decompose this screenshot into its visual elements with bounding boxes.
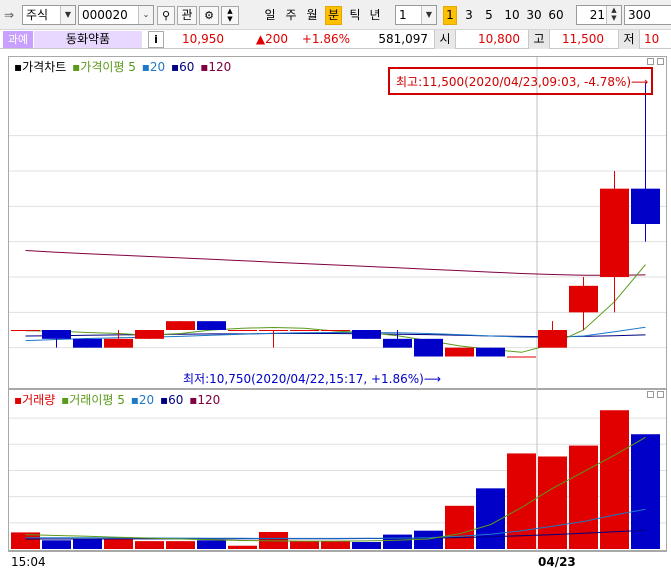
settings-button[interactable]: ⚙ — [199, 6, 219, 25]
legend-vol-ma60: 60 — [168, 393, 184, 407]
period-minute[interactable]: 분 — [325, 6, 342, 25]
spinner-arrows-icon[interactable]: ▲ ▼ — [606, 6, 621, 24]
high-price: 11,500 — [562, 32, 604, 46]
panel-minimize-icon[interactable] — [647, 391, 654, 398]
minute-opt-30[interactable]: 30 — [524, 6, 544, 25]
minute-opt-60[interactable]: 60 — [546, 6, 566, 25]
panel-close-icon[interactable] — [657, 58, 664, 65]
high-label: 고 — [528, 30, 550, 49]
legend-volume: 거래량 — [22, 393, 56, 407]
low-annotation: 최저:10,750(2020/04/22,15:17, +1.86%)⟶ — [183, 372, 442, 386]
stepper-button[interactable]: ▲ ▼ — [221, 6, 239, 25]
unit-select[interactable]: 1 ▼ — [395, 5, 437, 25]
low-label: 저 — [618, 30, 640, 49]
gwan-button[interactable]: 관 — [177, 6, 197, 25]
minute-opt-5[interactable]: 5 — [482, 6, 496, 25]
panel-minimize-icon[interactable] — [647, 58, 654, 65]
caret-down-icon: ▼ — [227, 15, 233, 23]
price-legend: ▪가격차트 ▪가격이평 5 ▪20 ▪60 ▪120 — [14, 60, 232, 74]
open-price: 10,800 — [478, 32, 520, 46]
price-chart-panel — [8, 56, 667, 389]
chevron-down-icon[interactable]: ▼ — [421, 6, 436, 24]
minute-opt-1[interactable]: 1 — [443, 6, 457, 25]
market-select-value: 주식 — [26, 8, 49, 22]
chevron-down-icon[interactable]: ⌄ — [138, 6, 153, 24]
legend-ma5: 가격이평 5 — [80, 60, 136, 74]
low-price-partial: 10 — [644, 32, 660, 46]
caret-up-icon: ▲ — [227, 7, 233, 15]
period-month[interactable]: 월 — [304, 6, 320, 25]
count-spinner[interactable]: 21 ▲ ▼ — [576, 5, 622, 25]
chevron-down-icon[interactable]: ▼ — [60, 6, 75, 24]
unit-select-value: 1 — [399, 8, 407, 22]
legend-ma120: 120 — [208, 60, 232, 74]
period-tick[interactable]: 틱 — [347, 6, 363, 25]
date-mark-label: 04/23 — [538, 555, 576, 569]
view-count-field[interactable]: 300 — [624, 5, 671, 25]
price-change: ▲200 — [255, 32, 288, 46]
current-price: 10,950 — [182, 32, 224, 46]
view-count-value: 300 — [628, 8, 651, 22]
magnifier-icon: ⚲ — [161, 9, 171, 22]
legend-vol-ma120: 120 — [197, 393, 221, 407]
stock-name[interactable]: 동화약품 — [34, 31, 142, 48]
high-annotation: 최고:11,500(2020/04/23,09:03, -4.78%)⟶ — [396, 75, 649, 89]
volume-chart-panel — [8, 389, 667, 551]
count-spinner-value: 21 — [589, 8, 605, 22]
stock-code-field[interactable]: 000020 ⌄ — [78, 5, 154, 25]
period-week[interactable]: 주 — [283, 6, 299, 25]
chart-toolbar: ⇒ 주식 ▼ 000020 ⌄ ⚲ 관 ⚙ ▲ ▼ 일 주 월 분 틱 년 1 ▼… — [0, 0, 671, 30]
legend-ma60: 60 — [179, 60, 195, 74]
volume-legend: ▪거래량 ▪거래이평 5 ▪20 ▪60 ▪120 — [14, 393, 221, 407]
legend-price: 가격차트 — [22, 60, 67, 74]
search-button[interactable]: ⚲ — [157, 6, 175, 25]
panel-close-icon[interactable] — [657, 391, 664, 398]
legend-ma20: 20 — [149, 60, 166, 74]
stock-code-value: 000020 — [82, 8, 128, 22]
info-button[interactable]: i — [148, 31, 164, 48]
market-select[interactable]: 주식 ▼ — [22, 5, 76, 25]
legend-vol-ma20: 20 — [138, 393, 155, 407]
open-label: 시 — [434, 30, 456, 49]
legend-vol-ma5: 거래이평 5 — [69, 393, 125, 407]
warning-badge: 과예 — [3, 31, 33, 48]
menu-arrow-icon[interactable]: ⇒ — [4, 8, 14, 22]
time-start-label: 15:04 — [11, 555, 46, 569]
period-day[interactable]: 일 — [262, 6, 278, 25]
minute-opt-10[interactable]: 10 — [502, 6, 522, 25]
change-percent: +1.86% — [301, 32, 350, 46]
gear-icon: ⚙ — [204, 9, 214, 22]
minute-opt-3[interactable]: 3 — [462, 6, 476, 25]
trade-volume: 581,097 — [378, 32, 428, 46]
period-year[interactable]: 년 — [367, 6, 383, 25]
